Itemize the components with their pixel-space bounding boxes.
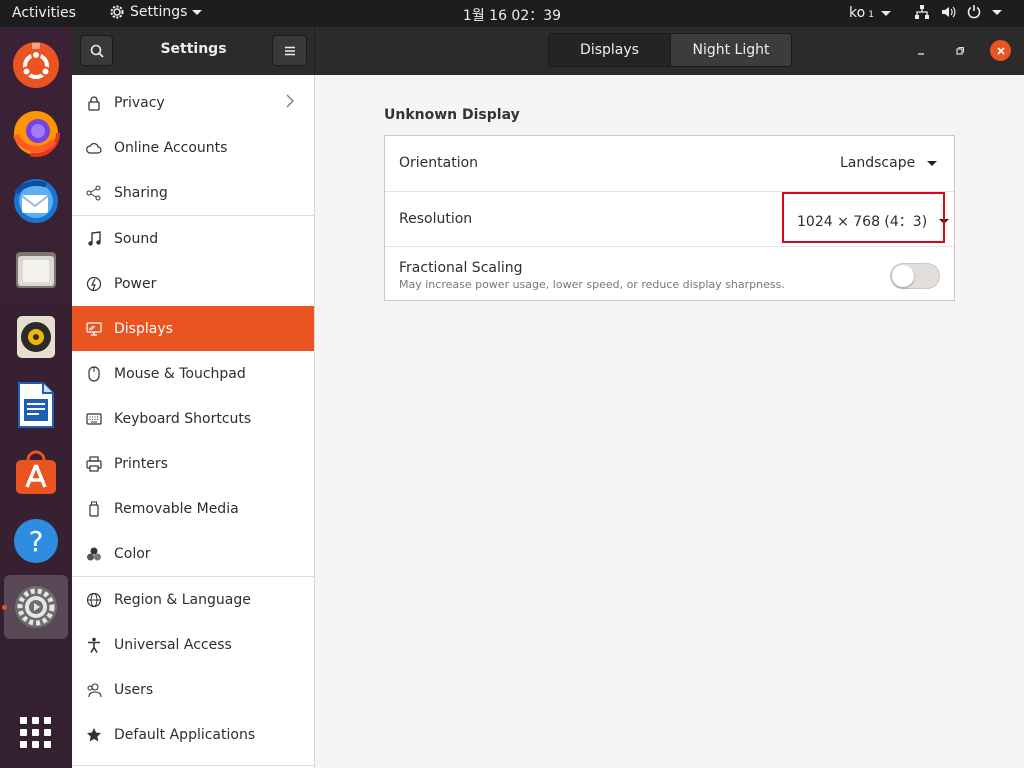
files-icon[interactable] — [4, 237, 68, 301]
network-icon — [915, 5, 929, 19]
share-icon — [86, 185, 102, 201]
fractional-scaling-switch[interactable] — [890, 263, 940, 289]
sidebar-item-label: Universal Access — [114, 636, 232, 653]
keyboard-icon — [86, 411, 102, 427]
sidebar-item-label: Keyboard Shortcuts — [114, 410, 252, 427]
show-applications-icon[interactable] — [20, 717, 52, 749]
firefox-icon[interactable] — [4, 101, 68, 165]
chevron-down-icon — [880, 10, 891, 16]
orientation-value: Landscape — [840, 155, 916, 171]
usb-drive-icon — [86, 501, 102, 517]
sidebar-item-label: Printers — [114, 455, 168, 472]
sidebar-item-label: Removable Media — [114, 500, 239, 517]
resolution-label: Resolution — [399, 211, 473, 227]
mouse-icon — [86, 365, 102, 382]
sidebar-item-label: Mouse & Touchpad — [114, 365, 246, 382]
system-tray[interactable] — [914, 4, 1002, 20]
sidebar-item-label: Privacy — [114, 94, 165, 111]
orientation-dropdown[interactable]: Landscape — [840, 155, 938, 171]
sidebar-item-sound[interactable]: Sound — [72, 216, 314, 261]
printer-icon — [86, 455, 102, 472]
hamburger-menu-button[interactable] — [272, 35, 307, 66]
hamburger-icon — [284, 46, 295, 55]
sidebar-item-online-accounts[interactable]: Online Accounts — [72, 125, 314, 170]
sidebar-item-region-language[interactable]: Region & Language — [72, 577, 314, 622]
chevron-down-icon — [992, 9, 1002, 15]
thunderbird-icon[interactable] — [4, 169, 68, 233]
sidebar-item-power[interactable]: Power — [72, 261, 314, 306]
power-menu-icon — [967, 5, 981, 19]
sidebar-item-privacy[interactable]: Privacy — [72, 80, 314, 125]
star-icon — [86, 727, 102, 743]
sidebar-item-printers[interactable]: Printers — [72, 441, 314, 486]
accessibility-icon — [86, 637, 102, 653]
cloud-icon — [86, 140, 102, 156]
dock: ? — [0, 27, 72, 768]
fractional-scaling-description: May increase power usage, lower speed, o… — [399, 278, 785, 291]
power-icon — [86, 276, 102, 292]
orientation-label: Orientation — [399, 155, 479, 171]
input-lang-sub: 1 — [868, 10, 874, 20]
volume-icon — [942, 6, 956, 18]
tab-night-light[interactable]: Night Light — [670, 34, 791, 66]
lock-icon — [86, 95, 102, 111]
sidebar-item-label: Users — [114, 681, 154, 698]
sidebar-item-label: Power — [114, 275, 157, 292]
minimize-button[interactable] — [911, 41, 931, 61]
libreoffice-writer-icon[interactable] — [4, 373, 68, 437]
help-icon[interactable]: ? — [4, 509, 68, 573]
tab-displays[interactable]: Displays — [549, 34, 670, 66]
svg-text:?: ? — [29, 525, 44, 558]
color-icon — [86, 546, 102, 562]
sidebar-item-mouse-touchpad[interactable]: Mouse & Touchpad — [72, 351, 314, 396]
sidebar-item-label: Default Applications — [114, 726, 256, 743]
divider — [72, 765, 314, 766]
sidebar-item-label: Color — [114, 545, 151, 562]
sidebar-item-default-applications[interactable]: Default Applications — [72, 712, 314, 757]
minimize-icon — [918, 53, 924, 55]
fractional-scaling-label: Fractional Scaling — [399, 260, 523, 276]
close-icon — [996, 46, 1005, 55]
sidebar-item-label: Sharing — [114, 184, 168, 201]
running-indicator — [2, 605, 7, 610]
display-settings-list: Orientation Landscape Resolution 1024 × … — [384, 135, 955, 301]
chevron-right-icon — [286, 94, 294, 112]
input-lang-label: ko — [849, 5, 866, 21]
fractional-scaling-row[interactable]: Fractional Scaling May increase power us… — [385, 246, 954, 301]
sidebar-item-label: Sound — [114, 230, 159, 247]
resolution-highlight-box — [782, 192, 945, 243]
sidebar-item-label: Displays — [114, 320, 173, 337]
restore-icon — [956, 47, 964, 55]
sidebar-item-keyboard-shortcuts[interactable]: Keyboard Shortcuts — [72, 396, 314, 441]
orientation-row[interactable]: Orientation Landscape — [385, 136, 954, 191]
sidebar-header: Settings — [72, 27, 315, 75]
chevron-down-icon — [927, 160, 938, 166]
displays-panel: Unknown Display Orientation Landscape Re… — [315, 75, 1024, 768]
globe-icon — [86, 592, 102, 608]
top-bar: Activities Settings 1월 16 02：39 ko 1 — [0, 0, 1024, 27]
music-note-icon — [86, 230, 102, 247]
display-name-heading: Unknown Display — [384, 107, 520, 123]
main-header: Displays Night Light — [315, 27, 1024, 75]
sidebar-item-label: Online Accounts — [114, 139, 228, 156]
sidebar-item-universal-access[interactable]: Universal Access — [72, 622, 314, 667]
users-icon — [86, 682, 102, 698]
settings-sidebar: Privacy Online Accounts Sharing Sound Po… — [72, 75, 315, 768]
sidebar-item-removable-media[interactable]: Removable Media — [72, 486, 314, 531]
software-center-icon[interactable] — [4, 441, 68, 505]
display-icon — [86, 321, 102, 337]
sidebar-item-users[interactable]: Users — [72, 667, 314, 712]
view-switcher: Displays Night Light — [548, 33, 792, 67]
input-method-indicator[interactable]: ko 1 — [849, 5, 891, 21]
sidebar-item-displays[interactable]: Displays — [72, 306, 314, 351]
rhythmbox-icon[interactable] — [4, 305, 68, 369]
sidebar-item-color[interactable]: Color — [72, 531, 314, 576]
maximize-button[interactable] — [950, 41, 970, 61]
switch-knob — [892, 265, 914, 287]
close-button[interactable] — [990, 40, 1011, 61]
sidebar-item-sharing[interactable]: Sharing — [72, 170, 314, 215]
settings-icon[interactable] — [4, 575, 68, 639]
ubuntu-software-icon[interactable] — [4, 33, 68, 97]
sidebar-item-label: Region & Language — [114, 591, 251, 608]
